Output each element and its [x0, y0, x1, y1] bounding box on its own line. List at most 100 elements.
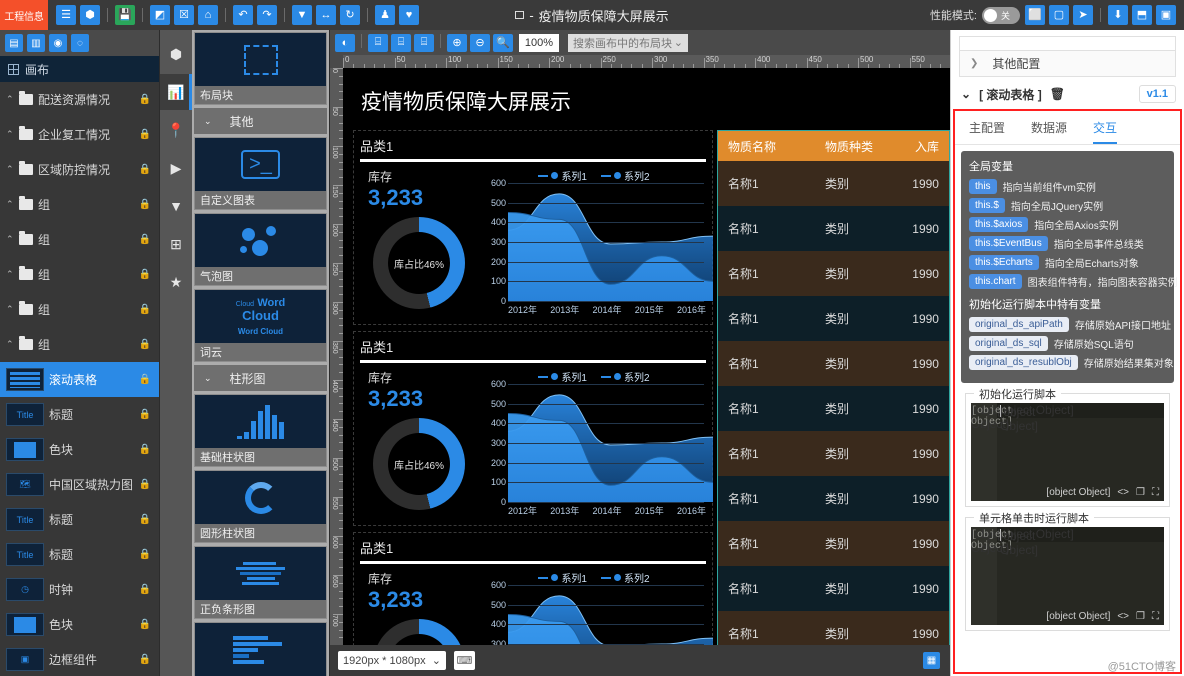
delete-icon[interactable]: ☒: [174, 5, 194, 25]
align-center-icon[interactable]: ⌸: [391, 33, 411, 52]
performance-mode-toggle[interactable]: 关: [982, 6, 1020, 24]
config-tab-交互[interactable]: 交互: [1093, 119, 1118, 144]
lock-icon[interactable]: 🔒: [139, 234, 151, 245]
lock-icon[interactable]: 🔒: [139, 444, 151, 455]
layer-item-8[interactable]: 滚动表格 🔒: [0, 362, 159, 397]
dashboard-panel-1[interactable]: 品类1 库存 3,233 库占比46% 系列1 系列2 600 500 400 300 200 100…: [353, 331, 713, 526]
legend-item[interactable]: 系列1: [538, 369, 587, 384]
layer-item-0[interactable]: ⌃ 配送资源情况 🔒: [0, 82, 159, 117]
lock-icon[interactable]: 🔒: [139, 479, 151, 490]
lock-icon[interactable]: 🔒: [139, 514, 151, 525]
copy-icon[interactable]: ❐: [1136, 487, 1145, 498]
project-info-button[interactable]: 工程信息: [0, 0, 48, 30]
expand-icon[interactable]: ⛶: [1152, 487, 1159, 498]
copy-icon[interactable]: ❐: [1136, 611, 1145, 622]
layer-item-6[interactable]: ⌃ 组 🔒: [0, 292, 159, 327]
scroll-table-widget[interactable]: 物质名称 物质种类 入库 名称1 类别 1990 名称1 类别 1990 名称1 类别 1990…: [717, 130, 950, 645]
table-row[interactable]: 名称1 类别 1990: [718, 161, 949, 206]
code-format-icon[interactable]: <>: [1117, 487, 1129, 498]
layer-item-11[interactable]: 🗺 中国区域热力图 🔒: [0, 467, 159, 502]
variable-tag[interactable]: this.$EventBus: [969, 236, 1048, 251]
component-card-4[interactable]: Cloud Word Cloud Word Cloud 词云: [194, 289, 327, 362]
chevron-up-icon[interactable]: ⌃: [6, 164, 14, 175]
layer-item-5[interactable]: ⌃ 组 🔒: [0, 257, 159, 292]
component-group-其他[interactable]: ⌄ 其他: [194, 108, 327, 134]
canvas-stage[interactable]: 疫情物质保障大屏展示 品类1 库存 3,233 库占比46% 系列1 系列2 600 500 4…: [343, 68, 950, 645]
legend-item[interactable]: 系列1: [538, 168, 587, 183]
table-row[interactable]: 名称1 类别 1990: [718, 206, 949, 251]
variable-tag[interactable]: this.$Echarts: [969, 255, 1039, 270]
dashboard-panel-0[interactable]: 品类1 库存 3,233 库占比46% 系列1 系列2 600 500 400 300 200 100…: [353, 130, 713, 325]
table-row[interactable]: 名称1 类别 1990: [718, 476, 949, 521]
variable-tag[interactable]: this.$: [969, 198, 1005, 213]
component-card-9[interactable]: 水平基本柱状图: [194, 622, 327, 676]
variable-tag[interactable]: original_ds_apiPath: [969, 317, 1069, 332]
canvas-root-item[interactable]: 画布: [0, 56, 159, 82]
chevron-up-icon[interactable]: ⌃: [6, 269, 14, 280]
zoom-level-input[interactable]: 100%: [519, 33, 559, 52]
trash-icon[interactable]: 🗑: [1050, 87, 1065, 101]
layer-item-12[interactable]: Title 标题 🔒: [0, 502, 159, 537]
layer-item-9[interactable]: Title 标题 🔒: [0, 397, 159, 432]
lock-icon[interactable]: 🔒: [139, 199, 151, 210]
component-card-0[interactable]: 布局块: [194, 32, 327, 105]
clean-icon[interactable]: ⌂: [198, 5, 218, 25]
layer-item-16[interactable]: ▣ 边框组件 🔒: [0, 642, 159, 676]
contrast-icon[interactable]: ◐: [335, 33, 355, 52]
show-icon[interactable]: ◉: [49, 34, 67, 52]
lock-icon[interactable]: 🔒: [139, 129, 151, 140]
component-group-柱形图[interactable]: ⌄ 柱形图: [194, 365, 327, 391]
publish-icon[interactable]: ➤: [1073, 5, 1093, 25]
download-icon[interactable]: ⬇: [1108, 5, 1128, 25]
align-right-icon[interactable]: ⌸: [414, 33, 434, 52]
theme-icon[interactable]: ♟: [375, 5, 395, 25]
table-row[interactable]: 名称1 类别 1990: [718, 386, 949, 431]
layer-item-10[interactable]: 色块 🔒: [0, 432, 159, 467]
undo-icon[interactable]: ↶: [233, 5, 253, 25]
legend-item[interactable]: 系列2: [601, 570, 650, 585]
chevron-up-icon[interactable]: ⌃: [6, 199, 14, 210]
config-tab-主配置[interactable]: 主配置: [969, 119, 1005, 144]
lock-icon[interactable]: 🔒: [139, 164, 151, 175]
config-tab-数据源[interactable]: 数据源: [1031, 119, 1067, 144]
legend-item[interactable]: 系列2: [601, 369, 650, 384]
zoom-in-icon[interactable]: ⊕: [447, 33, 467, 52]
redo-icon[interactable]: ↷: [257, 5, 277, 25]
keyboard-shortcut-button[interactable]: ⌨: [454, 651, 475, 670]
save-icon[interactable]: 💾: [115, 5, 135, 25]
layer-item-7[interactable]: ⌃ 组 🔒: [0, 327, 159, 362]
legend-item[interactable]: 系列1: [538, 570, 587, 585]
align-left-icon[interactable]: ⌸: [368, 33, 388, 52]
table-row[interactable]: 名称1 类别 1990: [718, 296, 949, 341]
export-icon[interactable]: ⬒: [1132, 5, 1152, 25]
rail-map-icon[interactable]: 📍: [160, 112, 192, 148]
preview-monitor-icon[interactable]: ⬜: [1025, 5, 1045, 25]
lock-icon[interactable]: 🔒: [139, 549, 151, 560]
rail-favorite-icon[interactable]: ★: [160, 264, 192, 300]
layers-icon[interactable]: ☰: [56, 5, 76, 25]
chevron-up-icon[interactable]: ⌃: [6, 234, 14, 245]
component-card-8[interactable]: 正负条形图: [194, 546, 327, 619]
expand-icon[interactable]: ⛶: [1152, 611, 1159, 622]
chevron-up-icon[interactable]: ⌃: [6, 304, 14, 315]
variable-tag[interactable]: this.chart: [969, 274, 1022, 289]
grid-toggle-button[interactable]: ▦: [923, 652, 940, 669]
other-config-accordion[interactable]: ❯ 其他配置: [959, 50, 1176, 77]
dashboard-panel-2[interactable]: 品类1库存3,233库占比46%系列1系列2600500400300200100…: [353, 532, 713, 645]
variable-tag[interactable]: this.$axios: [969, 217, 1029, 232]
lock-icon[interactable]: 🔒: [139, 269, 151, 280]
lock-icon[interactable]: 🔒: [139, 304, 151, 315]
layer-item-15[interactable]: 色块 🔒: [0, 607, 159, 642]
lock-icon[interactable]: 🔒: [139, 619, 151, 630]
canvas-size-select[interactable]: 1920px * 1080px ⌄: [338, 651, 446, 670]
zoom-fit-icon[interactable]: 🔍: [493, 33, 513, 52]
layer-item-2[interactable]: ⌃ 区域防控情况 🔒: [0, 152, 159, 187]
lock-icon[interactable]: 🔒: [139, 654, 151, 665]
component-card-7[interactable]: 圆形柱状图: [194, 470, 327, 543]
layer-item-1[interactable]: ⌃ 企业复工情况 🔒: [0, 117, 159, 152]
chevron-down-icon[interactable]: ⌄: [961, 87, 971, 101]
filter-icon[interactable]: ▼: [292, 5, 312, 25]
variable-tag[interactable]: original_ds_sql: [969, 336, 1048, 351]
rail-media-icon[interactable]: ▶: [160, 150, 192, 186]
favorite-icon[interactable]: ♥: [399, 5, 419, 25]
